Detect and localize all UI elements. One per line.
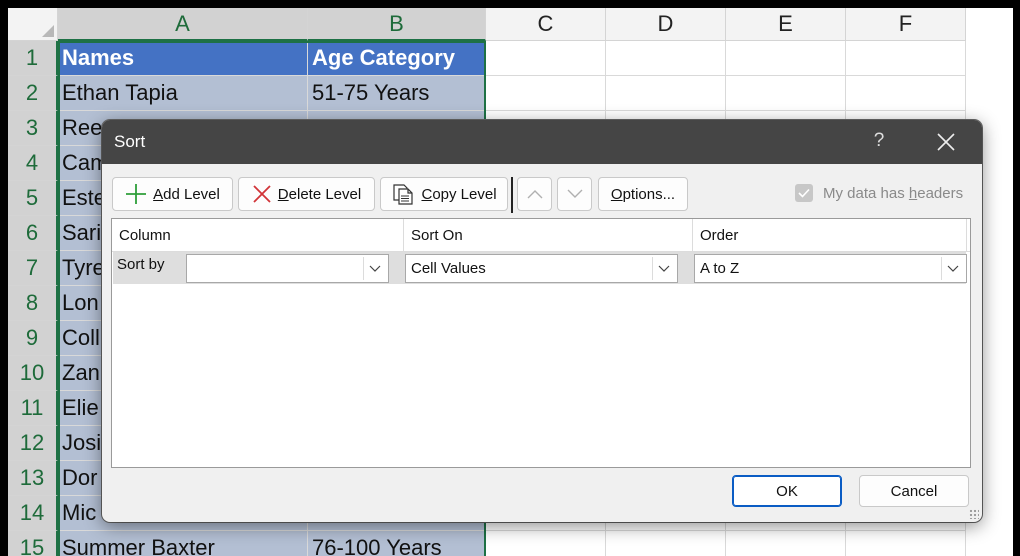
headers-checkbox-label: My data has headers <box>823 184 964 202</box>
column-header-c[interactable]: C <box>486 8 606 41</box>
select-all-corner[interactable] <box>8 8 58 41</box>
delete-level-button[interactable]: Delete Level <box>238 177 375 211</box>
column-header-b[interactable]: B <box>308 8 486 41</box>
cell-c15[interactable] <box>486 531 606 556</box>
row-header-1[interactable]: 1 <box>8 41 58 76</box>
sort-by-label: Sort by <box>117 256 165 273</box>
plus-icon <box>126 184 147 204</box>
row-header-4[interactable]: 4 <box>8 146 58 181</box>
sort-on-header: Sort On <box>404 219 693 251</box>
cell-e2[interactable] <box>726 76 846 111</box>
sort-on-select-value: Cell Values <box>411 260 486 277</box>
toolbar-separator <box>511 177 513 213</box>
cell-e1[interactable] <box>726 41 846 76</box>
chevron-down-icon[interactable] <box>652 257 675 280</box>
row-header-2[interactable]: 2 <box>8 76 58 111</box>
close-icon[interactable] <box>934 130 958 154</box>
move-up-button[interactable] <box>517 177 552 211</box>
check-icon <box>798 188 810 198</box>
sort-toolbar: Add Level Delete Level Copy Level Option… <box>102 177 982 213</box>
row-header-9[interactable]: 9 <box>8 321 58 356</box>
checkbox-box[interactable] <box>795 184 813 202</box>
chevron-down-icon <box>567 189 582 198</box>
cell-d1[interactable] <box>606 41 726 76</box>
chevron-up-icon <box>527 190 542 199</box>
sort-levels-grid: Column Sort On Order Sort by Cell Values… <box>111 218 971 468</box>
row-header-12[interactable]: 12 <box>8 426 58 461</box>
column-select[interactable] <box>186 254 389 283</box>
chevron-down-icon[interactable] <box>363 257 386 280</box>
cancel-button[interactable]: Cancel <box>859 475 969 507</box>
cell-c1[interactable] <box>486 41 606 76</box>
order-select[interactable]: A to Z <box>694 254 967 283</box>
delete-level-label: Delete Level <box>277 185 362 203</box>
row-header-14[interactable]: 14 <box>8 496 58 531</box>
sort-on-select[interactable]: Cell Values <box>405 254 678 283</box>
order-select-value: A to Z <box>700 260 740 277</box>
move-down-button[interactable] <box>557 177 592 211</box>
add-level-button[interactable]: Add Level <box>112 177 233 211</box>
add-level-label: Add Level <box>153 185 220 203</box>
row-header-11[interactable]: 11 <box>8 391 58 426</box>
cell-b1[interactable]: Age Category <box>308 41 486 76</box>
options-label: Options... <box>610 185 676 203</box>
column-header-f[interactable]: F <box>846 8 966 41</box>
dialog-title: Sort <box>114 132 146 151</box>
row-header-10[interactable]: 10 <box>8 356 58 391</box>
cell-a15[interactable]: Summer Baxter <box>58 531 308 556</box>
column-header-d[interactable]: D <box>606 8 726 41</box>
cell-b2[interactable]: 51-75 Years <box>308 76 486 111</box>
ok-button[interactable]: OK <box>732 475 842 507</box>
column-header: Column <box>112 219 404 251</box>
sort-dialog: Sort ? Add Level Delete Level Copy Level <box>102 120 982 522</box>
row-header-8[interactable]: 8 <box>8 286 58 321</box>
my-data-has-headers-checkbox[interactable]: My data has headers <box>795 184 963 202</box>
column-header-e[interactable]: E <box>726 8 846 41</box>
delete-x-icon <box>253 185 271 203</box>
cell-b15[interactable]: 76-100 Years <box>308 531 486 556</box>
cell-a2[interactable]: Ethan Tapia <box>58 76 308 111</box>
order-header: Order <box>693 219 967 251</box>
cell-e15[interactable] <box>726 531 846 556</box>
cell-f2[interactable] <box>846 76 966 111</box>
row-header-13[interactable]: 13 <box>8 461 58 496</box>
resize-grip[interactable] <box>969 509 979 519</box>
row-header-3[interactable]: 3 <box>8 111 58 146</box>
chevron-down-icon[interactable] <box>941 257 964 280</box>
cell-f15[interactable] <box>846 531 966 556</box>
copy-icon <box>393 184 414 205</box>
sort-level-row[interactable]: Sort by Cell Values A to Z <box>113 252 967 284</box>
cell-c2[interactable] <box>486 76 606 111</box>
dialog-titlebar: Sort ? <box>102 120 982 164</box>
help-button[interactable]: ? <box>869 130 889 152</box>
column-header-a[interactable]: A <box>58 8 308 41</box>
cell-d15[interactable] <box>606 531 726 556</box>
copy-level-button[interactable]: Copy Level <box>380 177 508 211</box>
cell-a1[interactable]: Names <box>58 41 308 76</box>
row-header-5[interactable]: 5 <box>8 181 58 216</box>
row-header-6[interactable]: 6 <box>8 216 58 251</box>
row-header-15[interactable]: 15 <box>8 531 58 556</box>
row-header-7[interactable]: 7 <box>8 251 58 286</box>
cell-d2[interactable] <box>606 76 726 111</box>
options-button[interactable]: Options... <box>598 177 688 211</box>
copy-level-label: Copy Level <box>421 185 497 203</box>
cell-f1[interactable] <box>846 41 966 76</box>
